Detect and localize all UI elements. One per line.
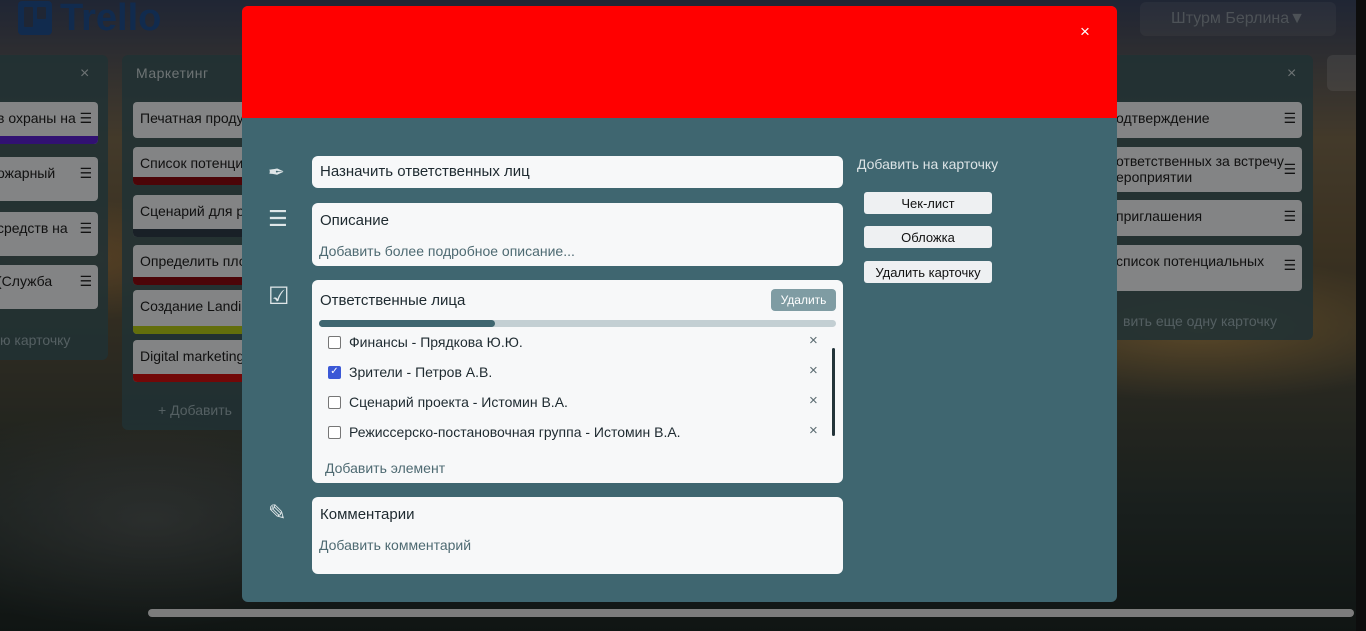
checklist-item-checkbox[interactable] (328, 425, 341, 439)
checklist-item-label: Зрители - Петров А.В. (349, 364, 493, 380)
checklist-progress-fill (319, 320, 495, 327)
checklist-item-checkbox[interactable] (328, 335, 341, 349)
checklist-item-checkbox[interactable] (328, 365, 341, 379)
checklist-button[interactable]: Чек-лист (864, 192, 992, 214)
comments-section: Комментарии Добавить комментарий (312, 497, 843, 574)
horizontal-scrollbar[interactable] (148, 609, 1354, 617)
close-icon[interactable]: × (1080, 22, 1090, 42)
pen-nib-icon: ✒ (268, 162, 285, 184)
description-heading: Описание (320, 212, 390, 229)
card-cover (242, 6, 1117, 118)
checklist-item-label: Режиссерско-постановочная группа - Истом… (349, 424, 681, 440)
menu-lines-icon: ☰ (268, 206, 288, 231)
delete-checklist-button[interactable]: Удалить (771, 289, 836, 311)
comment-input[interactable]: Добавить комментарий (319, 537, 471, 553)
checklist-item-label: Сценарий проекта - Истомин В.А. (349, 394, 568, 410)
vertical-scrollbar[interactable] (1356, 0, 1366, 631)
checklist-item-checkbox[interactable] (328, 395, 341, 409)
remove-item-icon[interactable]: × (809, 422, 818, 439)
add-checklist-item-link[interactable]: Добавить элемент (325, 460, 445, 476)
description-input[interactable]: Добавить более подробное описание... (319, 243, 575, 259)
remove-item-icon[interactable]: × (809, 362, 818, 379)
checklist-heading: Ответственные лица (320, 292, 466, 309)
comments-heading: Комментарии (320, 506, 415, 523)
checklist-progress-bar (319, 320, 836, 327)
checklist-item: Сценарий проекта - Истомин В.А. (328, 391, 568, 413)
checklist-section: Ответственные лица Удалить Финансы - Пря… (312, 280, 843, 483)
checkbox-icon: ☑ (268, 283, 290, 310)
checklist-item: Зрители - Петров А.В. (328, 361, 492, 383)
delete-card-button[interactable]: Удалить карточку (864, 261, 992, 283)
checklist-item: Финансы - Прядкова Ю.Ю. (328, 331, 523, 353)
checklist-item: Режиссерско-постановочная группа - Истом… (328, 421, 681, 443)
card-detail-modal: × ✒ Назначить ответственных лиц ☰ Описан… (242, 6, 1117, 602)
cover-button[interactable]: Обложка (864, 226, 992, 248)
remove-item-icon[interactable]: × (809, 332, 818, 349)
card-title-text: Назначить ответственных лиц (320, 163, 530, 180)
card-title-field[interactable]: Назначить ответственных лиц (312, 156, 843, 188)
remove-item-icon[interactable]: × (809, 392, 818, 409)
checklist-scrollbar[interactable] (832, 348, 835, 436)
checklist-item-label: Финансы - Прядкова Ю.Ю. (349, 334, 523, 350)
pencil-icon: ✎ (268, 500, 287, 525)
description-section: Описание Добавить более подробное описан… (312, 203, 843, 266)
add-to-card-heading: Добавить на карточку (857, 156, 999, 172)
